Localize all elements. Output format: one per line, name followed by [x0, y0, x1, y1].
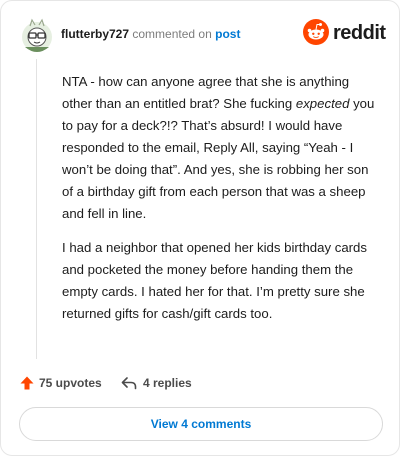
username[interactable]: flutterby727 [61, 27, 129, 41]
brand-wordmark: reddit [333, 22, 386, 44]
comment-actions: 75 upvotes 4 replies [19, 373, 379, 393]
reddit-logo[interactable]: reddit [303, 19, 386, 47]
arrow-up-icon [20, 376, 34, 390]
reply-button[interactable]: 4 replies [121, 373, 192, 393]
emphasis-text: expected [295, 96, 350, 111]
upvote-button[interactable]: 75 upvotes [19, 373, 102, 393]
comment-card: flutterby727 commented on post reddit NT… [0, 0, 400, 456]
reply-arrow-icon [121, 377, 137, 390]
action-text: commented on [132, 27, 212, 41]
upvote-count: 75 upvotes [39, 376, 102, 390]
post-link[interactable]: post [215, 27, 240, 41]
comment-body: NTA - how can anyone agree that she is a… [62, 71, 380, 337]
reply-count: 4 replies [143, 376, 192, 390]
view-comments-button[interactable]: View 4 comments [19, 407, 383, 441]
avatar[interactable] [21, 17, 53, 53]
comment-paragraph-1: NTA - how can anyone agree that she is a… [62, 74, 375, 221]
comment-header: flutterby727 commented on post reddit [21, 17, 386, 53]
reddit-icon [303, 19, 329, 45]
thread-line[interactable] [36, 59, 37, 359]
comment-paragraph-2: I had a neighbor that opened her kids bi… [62, 240, 367, 321]
comment-meta: flutterby727 commented on post [61, 27, 240, 41]
